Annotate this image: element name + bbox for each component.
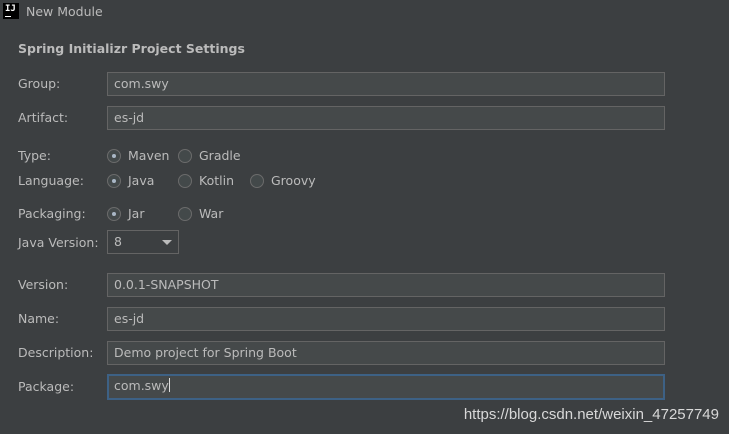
language-java-label[interactable]: Java	[128, 173, 154, 188]
java-version-label: Java Version:	[18, 235, 99, 250]
language-groovy-radio[interactable]	[250, 174, 264, 188]
packaging-war-label[interactable]: War	[199, 206, 223, 221]
type-maven-label[interactable]: Maven	[128, 148, 169, 163]
text-caret	[168, 378, 170, 392]
group-label: Group:	[18, 76, 61, 91]
description-label: Description:	[18, 345, 94, 360]
name-label: Name:	[18, 311, 60, 326]
type-label: Type:	[18, 148, 51, 163]
watermark: https://blog.csdn.net/weixin_47257749	[463, 406, 719, 423]
name-field[interactable]: es-jd	[107, 307, 665, 331]
type-gradle-label[interactable]: Gradle	[199, 148, 241, 163]
section-title: Spring Initializr Project Settings	[18, 41, 245, 56]
packaging-war-radio[interactable]	[178, 207, 192, 221]
language-kotlin-radio[interactable]	[178, 174, 192, 188]
package-value: com.swy	[114, 378, 169, 393]
language-groovy-label[interactable]: Groovy	[271, 173, 316, 188]
packaging-jar-radio[interactable]	[107, 207, 121, 221]
package-label: Package:	[18, 379, 75, 394]
artifact-label: Artifact:	[18, 110, 69, 125]
window-title: New Module	[26, 4, 103, 19]
java-version-select[interactable]: 8	[107, 230, 179, 254]
intellij-icon: IJ	[3, 3, 19, 19]
type-maven-radio[interactable]	[107, 149, 121, 163]
packaging-jar-label[interactable]: Jar	[128, 206, 145, 221]
title-bar: IJ New Module	[0, 0, 729, 24]
description-field[interactable]: Demo project for Spring Boot	[107, 341, 665, 365]
packaging-label: Packaging:	[18, 206, 86, 221]
language-kotlin-label[interactable]: Kotlin	[199, 173, 234, 188]
language-java-radio[interactable]	[107, 174, 121, 188]
chevron-down-icon	[162, 240, 172, 245]
package-field[interactable]: com.swy	[107, 374, 665, 400]
type-gradle-radio[interactable]	[178, 149, 192, 163]
version-field[interactable]: 0.0.1-SNAPSHOT	[107, 273, 665, 297]
version-label: Version:	[18, 277, 69, 292]
group-field[interactable]: com.swy	[107, 72, 665, 96]
artifact-field[interactable]: es-jd	[107, 106, 665, 130]
language-label: Language:	[18, 173, 84, 188]
java-version-value: 8	[114, 234, 122, 249]
